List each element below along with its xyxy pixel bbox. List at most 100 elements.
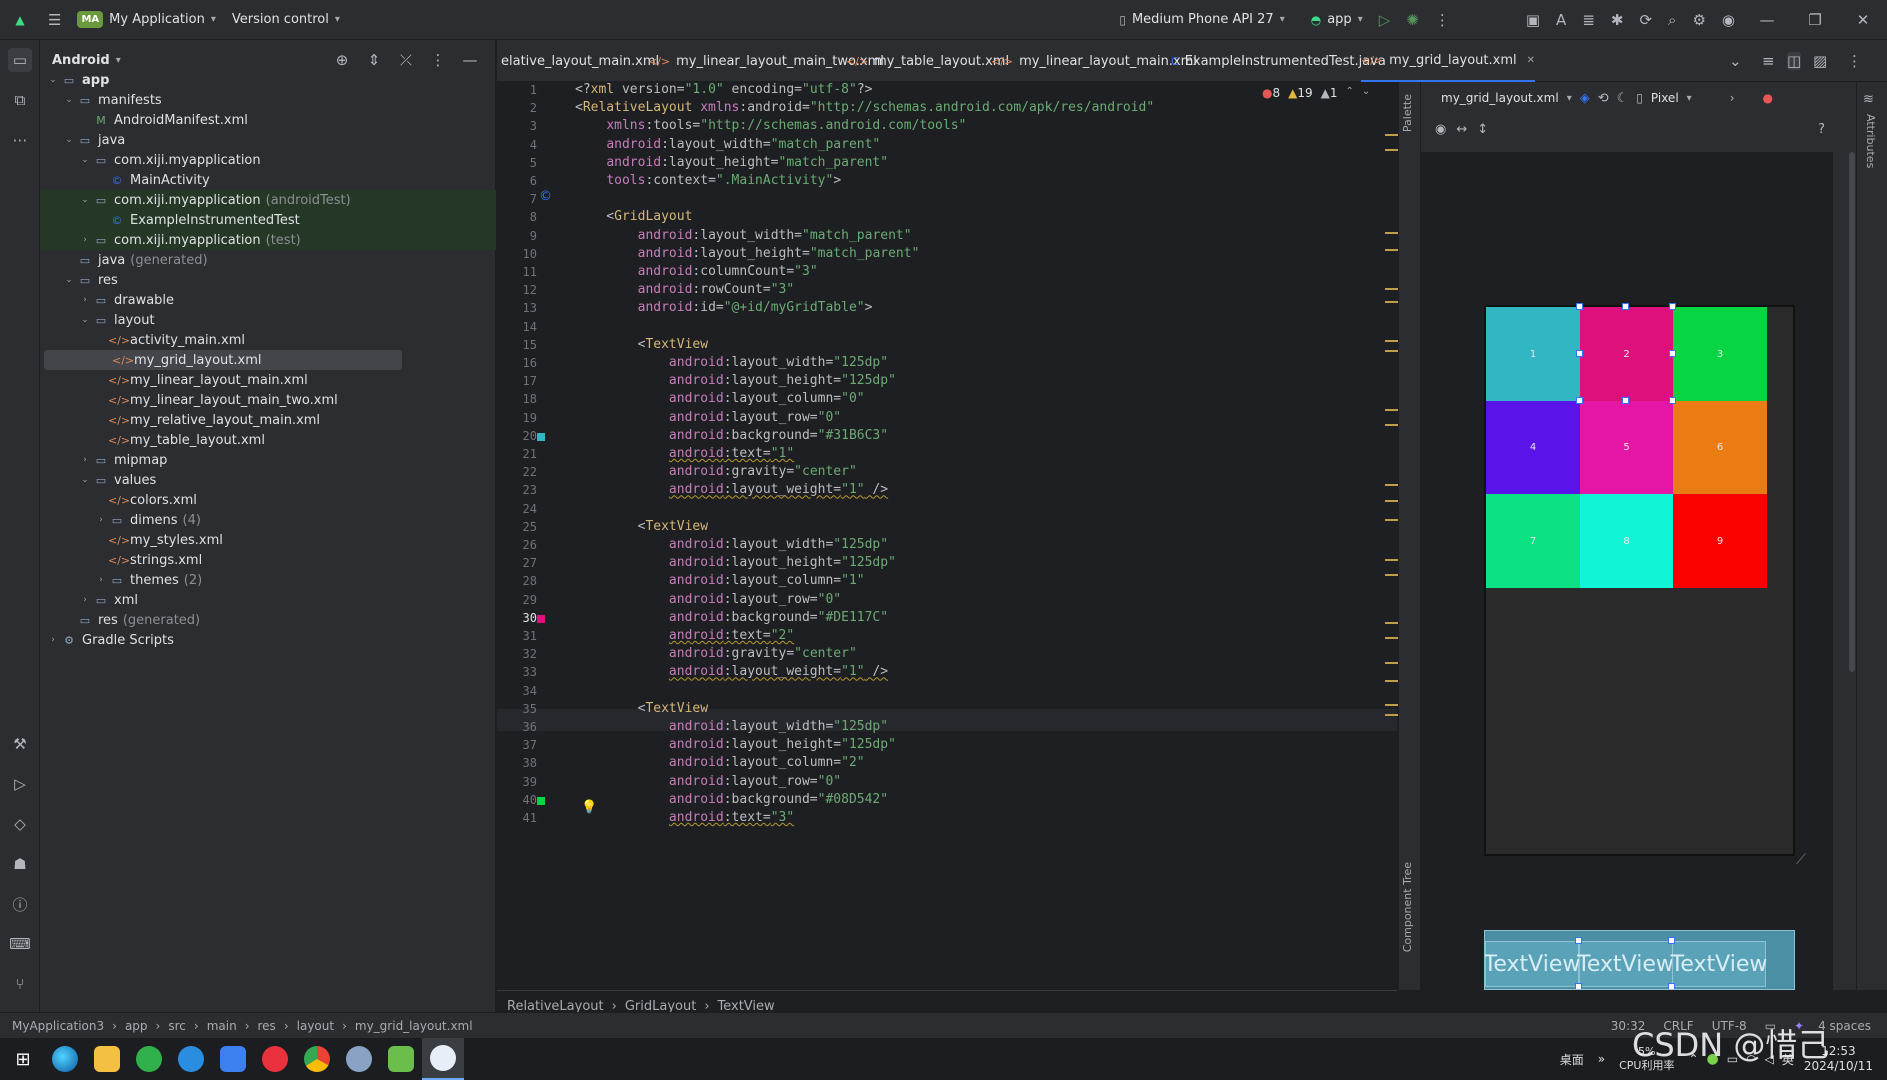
maximize-button[interactable]: ❐ <box>1791 0 1839 40</box>
collapse-all-icon[interactable]: ⤫ <box>393 51 419 69</box>
error-stripe-mark[interactable] <box>1385 340 1399 342</box>
code-line[interactable]: <GridLayout <box>575 209 692 224</box>
tabs-dropdown-icon[interactable]: ⌄ <box>1729 52 1742 70</box>
code-line[interactable]: android:layout_column="1" <box>575 573 865 588</box>
project-tool-icon[interactable]: ▭ <box>8 48 32 72</box>
grid-cell[interactable]: 5 <box>1579 400 1674 495</box>
inspection-widget[interactable]: ●8 ▲19 ▲1 ⌃ ⌄ <box>1262 86 1370 100</box>
tree-item[interactable]: © ExampleInstrumentedTest <box>40 210 496 230</box>
color-swatch-icon[interactable] <box>537 796 545 805</box>
more-tools-icon[interactable]: ⋯ <box>8 128 32 152</box>
code-line[interactable]: <TextView <box>575 701 708 716</box>
terminal-icon[interactable]: ⌨ <box>8 932 32 956</box>
sync-button[interactable]: ⟳ <box>1631 0 1660 40</box>
tree-item[interactable]: ⌄ ▭ app <box>40 70 496 90</box>
code-line[interactable]: android:layout_column="2" <box>575 755 865 770</box>
preview-device-selector[interactable]: Pixel <box>1651 91 1679 105</box>
vcs-selector[interactable]: Version control ▾ <box>224 0 348 40</box>
code-line[interactable]: android:layout_height="match_parent" <box>575 155 888 170</box>
selection-handle[interactable] <box>1576 350 1583 357</box>
code-line[interactable]: android:layout_width="125dp" <box>575 537 888 552</box>
code-line[interactable]: android:layout_row="0" <box>575 774 841 789</box>
account-button[interactable]: ◉ <box>1714 0 1743 40</box>
tree-item[interactable]: › ⚙ Gradle Scripts <box>40 630 496 650</box>
blueprint-cell[interactable]: TextView <box>1671 941 1767 987</box>
tree-item[interactable]: </> my_styles.xml <box>40 530 496 550</box>
run-config-selector[interactable]: ◓ app ▾ <box>1303 0 1371 40</box>
taskbar-app-paint[interactable] <box>338 1038 380 1080</box>
tree-arrow-icon[interactable]: › <box>78 295 92 305</box>
color-swatch-icon[interactable] <box>537 614 545 623</box>
tree-item[interactable]: </> strings.xml <box>40 550 496 570</box>
tree-item[interactable]: › ▭ mipmap <box>40 450 496 470</box>
run-button[interactable]: ▷ <box>1371 0 1399 40</box>
horizontal-resize-icon[interactable]: ↔ <box>1456 122 1467 137</box>
blueprint-cell[interactable]: TextView <box>1485 941 1580 987</box>
code-line[interactable]: android:background="#31B6C3" <box>575 428 888 443</box>
error-stripe-mark[interactable] <box>1385 232 1399 234</box>
tree-arrow-icon[interactable]: › <box>78 235 92 245</box>
intention-bulb-icon[interactable]: 💡 <box>581 800 597 815</box>
tree-item[interactable]: </> my_linear_layout_main_two.xml <box>40 390 496 410</box>
start-button[interactable]: ⊞ <box>2 1038 44 1080</box>
code-line[interactable]: android:layout_width="125dp" <box>575 719 888 734</box>
taskbar-app-android-studio[interactable] <box>422 1038 464 1080</box>
device-selector[interactable]: ▯ Medium Phone API 27 ▾ <box>1111 0 1292 40</box>
taskbar-app-edge[interactable] <box>44 1038 86 1080</box>
preview-scrollbar[interactable] <box>1849 152 1855 672</box>
code-line[interactable]: android:background="#08D542" <box>575 792 888 807</box>
taskbar-app-explorer[interactable] <box>86 1038 128 1080</box>
status-path-item[interactable]: my_grid_layout.xml <box>355 1019 473 1033</box>
error-stripe-mark[interactable] <box>1385 249 1399 251</box>
code-line[interactable]: <?xml version="1.0" encoding="utf-8"?> <box>575 82 872 97</box>
code-line[interactable]: android:layout_height="125dp" <box>575 737 896 752</box>
code-line[interactable]: tools:context=".MainActivity"> <box>575 173 841 188</box>
git-icon[interactable]: ⑂ <box>8 972 32 996</box>
status-path-item[interactable]: res <box>258 1019 276 1033</box>
selection-handle[interactable] <box>1622 303 1629 310</box>
taskbar-app-chrome[interactable] <box>296 1038 338 1080</box>
code-line[interactable]: android:layout_height="125dp" <box>575 555 896 570</box>
tree-item[interactable]: › ▭ themes (2) <box>40 570 496 590</box>
tree-arrow-icon[interactable]: ⌄ <box>78 155 92 165</box>
project-selector[interactable]: MA My Application ▾ <box>69 0 223 40</box>
grid-cell[interactable]: 1 <box>1486 307 1580 401</box>
tree-item[interactable]: </> my_table_layout.xml <box>40 430 496 450</box>
status-path-item[interactable]: src <box>168 1019 186 1033</box>
code-line[interactable]: android:layout_weight="1" /> <box>575 664 888 679</box>
translate-button[interactable]: A <box>1548 0 1574 40</box>
notifications-icon[interactable]: ≋ <box>1863 92 1874 107</box>
error-stripe-mark[interactable] <box>1385 301 1399 303</box>
tree-arrow-icon[interactable]: ⌄ <box>62 275 76 285</box>
taskbar-app-notepad[interactable] <box>380 1038 422 1080</box>
tree-item[interactable]: </> my_grid_layout.xml <box>44 350 402 370</box>
chevron-up-icon[interactable]: ⌃ <box>1346 86 1354 100</box>
status-path-item[interactable]: main <box>207 1019 237 1033</box>
vertical-resize-icon[interactable]: ↕ <box>1477 122 1488 137</box>
tree-arrow-icon[interactable]: ⌄ <box>78 195 92 205</box>
eye-icon[interactable]: ◉ <box>1435 122 1446 137</box>
code-line[interactable]: android:layout_row="0" <box>575 410 841 425</box>
code-line[interactable]: android:text="3" <box>575 810 794 825</box>
selection-handle[interactable] <box>1669 303 1676 310</box>
tree-arrow-icon[interactable]: › <box>94 515 108 525</box>
code-line[interactable]: android:text="2" <box>575 628 794 643</box>
tree-item[interactable]: › ▭ xml <box>40 590 496 610</box>
code-line[interactable]: android:layout_width="125dp" <box>575 355 888 370</box>
error-stripe-mark[interactable] <box>1385 704 1399 706</box>
tree-item[interactable]: M AndroidManifest.xml <box>40 110 496 130</box>
error-stripe-mark[interactable] <box>1385 424 1399 426</box>
error-stripe-mark[interactable] <box>1385 574 1399 576</box>
taskbar-app-browser[interactable] <box>128 1038 170 1080</box>
code-line[interactable]: android:layout_width="match_parent" <box>575 228 912 243</box>
taskbar-app-ie[interactable] <box>170 1038 212 1080</box>
editor-tab[interactable]: C ExampleInstrumentedTest.java <box>1171 40 1386 82</box>
error-stripe-mark[interactable] <box>1385 637 1399 639</box>
blueprint-cell[interactable]: TextView <box>1577 941 1674 987</box>
code-line[interactable]: android:layout_height="125dp" <box>575 373 896 388</box>
tree-arrow-icon[interactable]: › <box>78 595 92 605</box>
tree-item[interactable]: ⌄ ▭ com.xiji.myapplication <box>40 150 496 170</box>
selection-handle[interactable] <box>1576 303 1583 310</box>
error-stripe-mark[interactable] <box>1385 662 1399 664</box>
status-path-item[interactable]: MyApplication3 <box>12 1019 104 1033</box>
